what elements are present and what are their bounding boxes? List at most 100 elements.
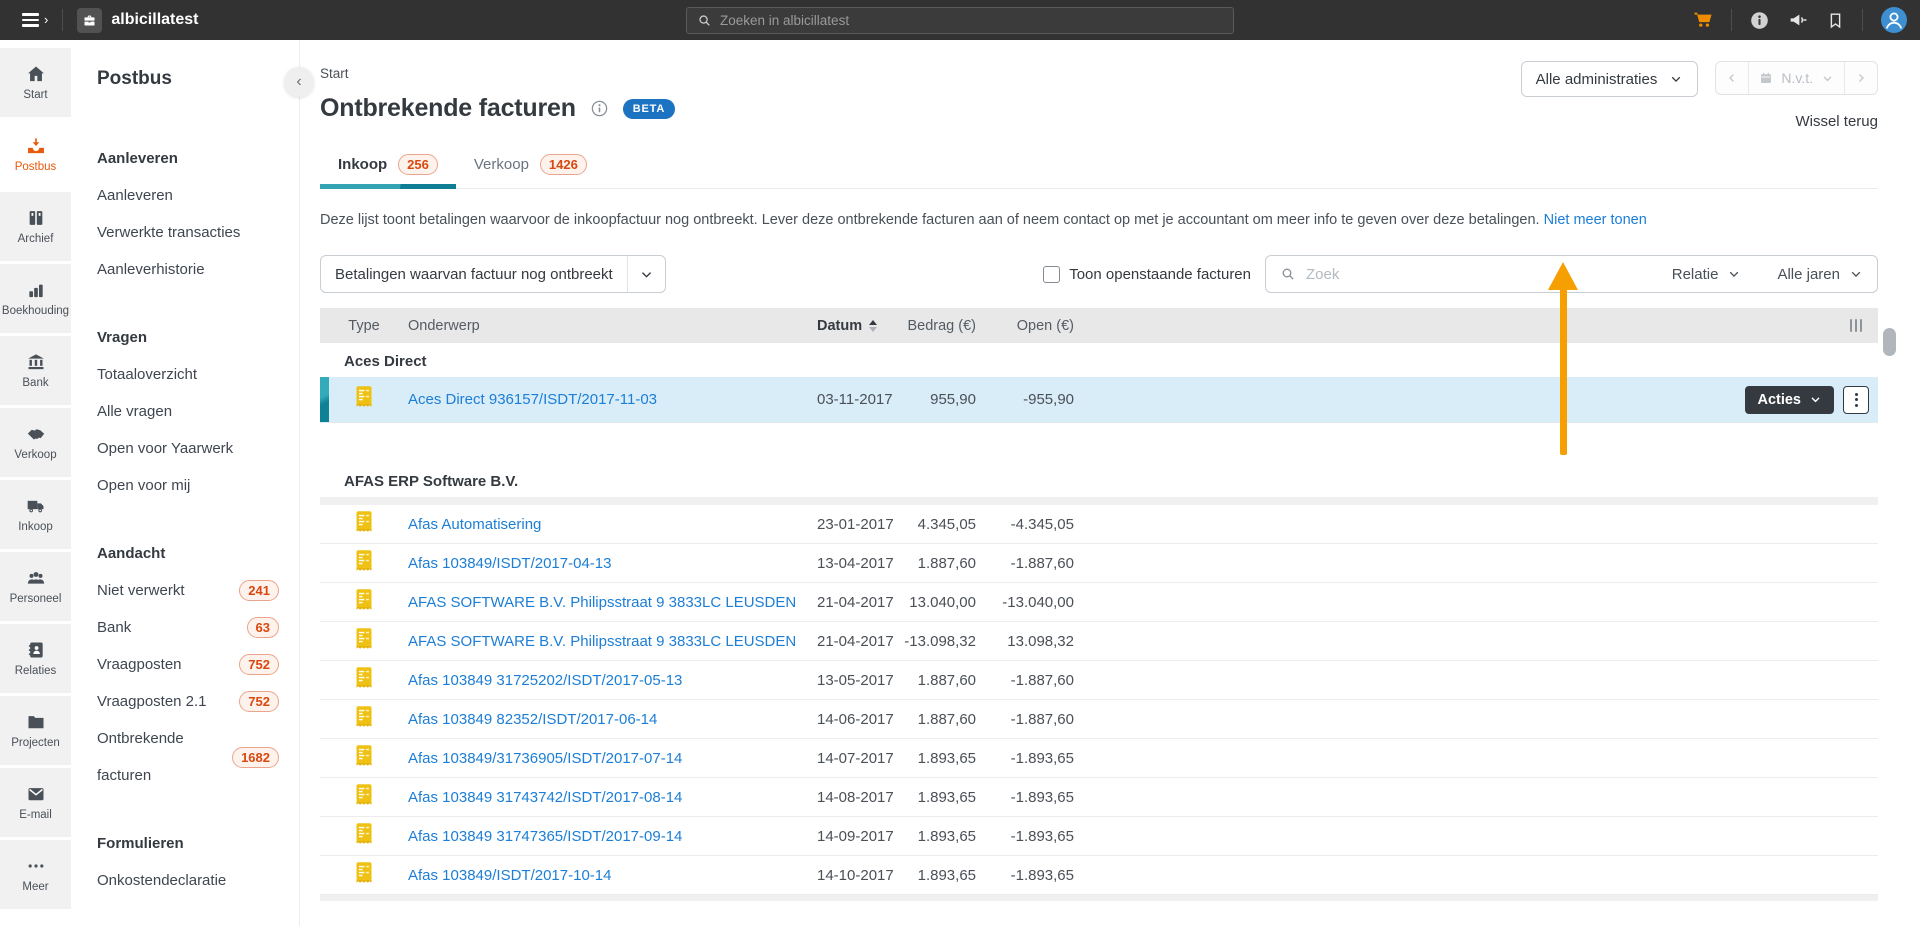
column-header-3[interactable]: Bedrag (€) [900, 318, 976, 334]
sidebar-item-alle-vragen[interactable]: Alle vragen [97, 393, 279, 430]
year-filter[interactable]: Alle jaren [1777, 266, 1863, 283]
rail-item-postbus[interactable]: Postbus [0, 120, 71, 189]
table-row[interactable]: Afas 103849 31747365/ISDT/2017-09-14 14-0… [320, 817, 1878, 856]
sidebar-item-niet-verwerkt[interactable]: Niet verwerkt 241 [97, 572, 279, 609]
rail-item-label: Personeel [9, 593, 62, 605]
table-row[interactable]: Afas 103849/31736905/ISDT/2017-07-14 14-0… [320, 739, 1878, 778]
column-header-4[interactable]: Open (€) [976, 318, 1074, 334]
rail-item-meer[interactable]: Meer [0, 840, 71, 909]
rail-item-personeel[interactable]: Personeel [0, 552, 71, 621]
tab-verkoop[interactable]: Verkoop 1426 [456, 145, 605, 188]
sidebar-section: Aandacht Niet verwerkt 241 Bank 63 Vraagposte… [97, 535, 279, 794]
rail-item-start[interactable]: Start [0, 48, 71, 117]
sidebar-item-label: Onkostendeclaratie [97, 872, 227, 889]
table-row[interactable]: Afas 103849/ISDT/2017-10-14 14-10-2017 1.8… [320, 856, 1878, 895]
invoice-link[interactable]: Afas 103849 31743742/ISDT/2017-08-14 [408, 789, 817, 806]
invoice-link[interactable]: Afas 103849/31736905/ISDT/2017-07-14 [408, 750, 817, 767]
rail-item-archief[interactable]: Archief [0, 192, 71, 261]
sidebar-item-vraagposten-2-1[interactable]: Vraagposten 2.1 752 [97, 683, 279, 720]
dismiss-notice-link[interactable]: Niet meer tonen [1544, 212, 1647, 228]
rail-item-inkoop[interactable]: Inkoop [0, 480, 71, 549]
table-row[interactable]: Afas Automatisering 23-01-2017 4.345,05 -4.… [320, 505, 1878, 544]
table-row[interactable]: Afas 103849 31725202/ISDT/2017-05-13 13-0… [320, 661, 1878, 700]
period-select-button[interactable]: N.v.t. [1748, 62, 1844, 94]
table-row[interactable]: Aces Direct 936157/ISDT/2017-11-03 03-11-… [320, 377, 1878, 423]
sidebar-item-ontbrekende-facturen[interactable]: Ontbrekende facturen 1682 [97, 720, 279, 794]
payment-type-filter[interactable]: Betalingen waarvan factuur nog ontbreekt [320, 255, 666, 293]
sidebar-item-onkostendeclaratie[interactable]: Onkostendeclaratie [97, 862, 279, 899]
row-amount: 1.887,60 [917, 710, 976, 728]
invoice-link[interactable]: Afas 103849 31725202/ISDT/2017-05-13 [408, 672, 817, 689]
invoice-link[interactable]: Afas 103849 82352/ISDT/2017-06-14 [408, 711, 817, 728]
column-header-0[interactable]: Type [348, 318, 379, 334]
inbox-icon [26, 136, 46, 156]
workspace-switcher[interactable]: albicillatest [77, 7, 199, 33]
table-search[interactable]: Relatie Alle jaren [1265, 255, 1878, 293]
bookmark-icon[interactable] [1826, 11, 1845, 30]
row-date: 14-09-2017 [817, 827, 894, 845]
table-row[interactable]: Afas 103849 82352/ISDT/2017-06-14 14-06-2… [320, 700, 1878, 739]
invoice-link[interactable]: AFAS SOFTWARE B.V. Philipsstraat 9 3833L… [408, 633, 817, 650]
row-open-amount: -1.893,65 [1010, 749, 1074, 767]
info-icon[interactable] [1749, 10, 1770, 31]
column-header-1[interactable]: Onderwerp [408, 318, 817, 334]
row-amount: 1.893,65 [917, 749, 976, 767]
avatar-icon[interactable] [1880, 6, 1908, 34]
invoice-icon [354, 822, 374, 851]
chevron-down-icon [1672, 76, 1681, 82]
switch-back-link[interactable]: Wissel terug [1795, 113, 1878, 130]
invoice-link[interactable]: AFAS SOFTWARE B.V. Philipsstraat 9 3833L… [408, 594, 817, 611]
table-row[interactable]: AFAS SOFTWARE B.V. Philipsstraat 9 3833L… [320, 583, 1878, 622]
scrollbar-thumb[interactable] [1883, 328, 1896, 356]
chevron-down-icon [1823, 75, 1832, 81]
sidebar-item-bank[interactable]: Bank 63 [97, 609, 279, 646]
tab-inkoop[interactable]: Inkoop 256 [320, 145, 456, 189]
invoice-icon [354, 510, 374, 539]
relation-filter[interactable]: Relatie [1672, 266, 1742, 283]
table-row[interactable]: Afas 103849/ISDT/2017-04-13 13-04-2017 1.8… [320, 544, 1878, 583]
previous-period-button[interactable] [1716, 62, 1748, 94]
column-settings-icon[interactable] [1849, 319, 1862, 332]
sidebar-item-open-voor-mij[interactable]: Open voor mij [97, 467, 279, 504]
group-divider [320, 895, 1878, 901]
info-icon[interactable] [590, 99, 609, 118]
megaphone-icon[interactable] [1787, 9, 1809, 31]
rail-item-verkoop[interactable]: Verkoop [0, 408, 71, 477]
invoice-link[interactable]: Afas Automatisering [408, 516, 817, 533]
administration-filter-button[interactable]: Alle administraties [1520, 61, 1699, 97]
row-menu-button[interactable] [1843, 385, 1869, 414]
actions-button[interactable]: Acties [1745, 385, 1834, 414]
sidebar-item-verwerkte-transacties[interactable]: Verwerkte transacties [97, 214, 279, 251]
column-header-2[interactable]: Datum [817, 318, 900, 334]
sidebar-item-vraagposten[interactable]: Vraagposten 752 [97, 646, 279, 683]
invoice-link[interactable]: Afas 103849 31747365/ISDT/2017-09-14 [408, 828, 817, 845]
sidebar-item-aanleverhistorie[interactable]: Aanleverhistorie [97, 251, 279, 288]
global-search-input[interactable] [720, 13, 1223, 28]
open-invoices-checkbox[interactable] [1043, 265, 1061, 283]
invoice-link[interactable]: Afas 103849/ISDT/2017-10-14 [408, 867, 817, 884]
row-open-amount: -955,90 [1023, 391, 1074, 408]
invoice-link[interactable]: Afas 103849/ISDT/2017-04-13 [408, 555, 817, 572]
sidebar-item-totaaloverzicht[interactable]: Totaaloverzicht [97, 356, 279, 393]
sidebar-item-open-voor-yaarwerk[interactable]: Open voor Yaarwerk [97, 430, 279, 467]
sidebar-collapse-button[interactable]: ‹ [284, 67, 314, 97]
open-invoices-checkbox-group[interactable]: Toon openstaande facturen [1043, 265, 1251, 283]
table-search-input[interactable] [1306, 265, 1662, 283]
invoice-icon [354, 705, 374, 734]
rail-item-relaties[interactable]: Relaties [0, 624, 71, 693]
sidebar-item-aanleveren[interactable]: Aanleveren [97, 177, 279, 214]
row-amount: 13.040,00 [909, 593, 976, 611]
invoice-link[interactable]: Aces Direct 936157/ISDT/2017-11-03 [408, 391, 817, 408]
global-search[interactable] [686, 7, 1234, 34]
sidebar-item-label: Vraagposten 2.1 [97, 693, 207, 710]
table-row[interactable]: Afas 103849 31743742/ISDT/2017-08-14 14-0… [320, 778, 1878, 817]
cart-icon[interactable] [1692, 9, 1714, 31]
sidebar-section-header: Vragen [97, 329, 148, 346]
next-period-button[interactable] [1844, 62, 1877, 94]
table-row[interactable]: AFAS SOFTWARE B.V. Philipsstraat 9 3833L… [320, 622, 1878, 661]
menu-toggle-button[interactable]: › [22, 13, 48, 27]
rail-item-e-mail[interactable]: E-mail [0, 768, 71, 837]
rail-item-projecten[interactable]: Projecten [0, 696, 71, 765]
rail-item-boekhouding[interactable]: Boekhouding [0, 264, 71, 333]
rail-item-bank[interactable]: Bank [0, 336, 71, 405]
